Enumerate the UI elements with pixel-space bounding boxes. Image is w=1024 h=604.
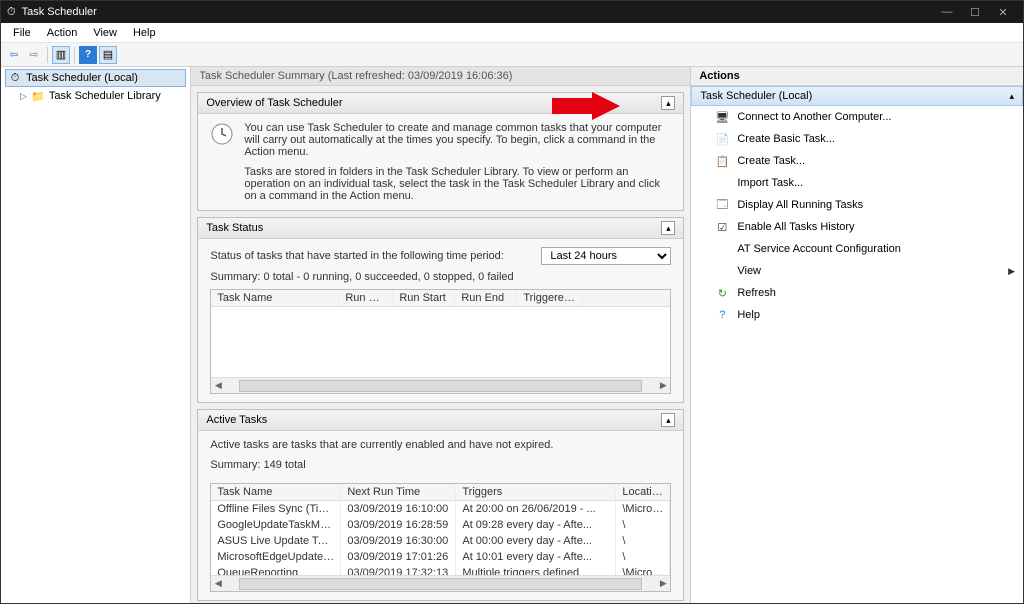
action-label: Help xyxy=(737,309,760,321)
action-label: View xyxy=(737,265,761,277)
action-icon xyxy=(715,176,729,190)
collapse-button[interactable]: ▴ xyxy=(661,413,675,427)
action-create-task[interactable]: 📋 Create Task... xyxy=(691,150,1023,172)
menu-help[interactable]: Help xyxy=(125,25,164,41)
chevron-right-icon: ▷ xyxy=(20,91,27,102)
action-create-basic-task[interactable]: 📄 Create Basic Task... xyxy=(691,128,1023,150)
action-at-service-account-configuration[interactable]: AT Service Account Configuration xyxy=(691,238,1023,260)
action-icon: 📄 xyxy=(715,132,729,146)
table-row[interactable]: GoogleUpdateTaskMachineUA03/09/2019 16:2… xyxy=(211,517,670,533)
status-summary: Summary: 0 total - 0 running, 0 succeede… xyxy=(210,271,671,283)
table-row[interactable]: MicrosoftEdgeUpdateTaskMachine...03/09/2… xyxy=(211,549,670,565)
active-tasks-title: Active Tasks xyxy=(206,414,267,426)
time-period-select[interactable]: Last 24 hours xyxy=(541,247,671,265)
actions-scope: Task Scheduler (Local) ▴ xyxy=(691,86,1023,106)
summary-pane: Task Scheduler Summary (Last refreshed: … xyxy=(191,67,691,603)
clock-icon: ⏱ xyxy=(7,6,16,19)
back-button[interactable]: ⇦ xyxy=(5,46,23,64)
help-button[interactable]: ? xyxy=(79,46,97,64)
action-label: Display All Running Tasks xyxy=(737,199,863,211)
table-row[interactable]: Offline Files Sync (Time)03/09/2019 16:1… xyxy=(211,501,670,517)
chevron-right-icon: ▶ xyxy=(1008,266,1015,277)
action-label: AT Service Account Configuration xyxy=(737,243,900,255)
forward-button[interactable]: ⇨ xyxy=(25,46,43,64)
collapse-button[interactable]: ▴ xyxy=(1009,91,1014,102)
annotation-arrow xyxy=(552,92,620,120)
col-location[interactable]: Location xyxy=(616,484,670,500)
tree-root[interactable]: ⏱ Task Scheduler (Local) xyxy=(5,69,186,87)
menu-view[interactable]: View xyxy=(85,25,125,41)
col-run-start[interactable]: Run Start xyxy=(393,290,455,306)
status-grid: Task Name Run Result Run Start Run End T… xyxy=(210,289,671,394)
action-label: Enable All Tasks History xyxy=(737,221,854,233)
folder-icon: 📁 xyxy=(31,89,45,103)
tree-library-label: Task Scheduler Library xyxy=(49,90,161,102)
action-view[interactable]: View ▶ xyxy=(691,260,1023,282)
actions-pane: Actions Task Scheduler (Local) ▴ 🖥 Connec… xyxy=(691,67,1023,603)
action-connect-to-another-computer[interactable]: 🖥 Connect to Another Computer... xyxy=(691,106,1023,128)
collapse-button[interactable]: ▴ xyxy=(661,96,675,110)
task-status-panel: Task Status ▴ Status of tasks that have … xyxy=(197,217,684,403)
menu-action[interactable]: Action xyxy=(39,25,86,41)
active-grid: Task Name Next Run Time Triggers Locatio… xyxy=(210,483,671,592)
col-task-name[interactable]: Task Name xyxy=(211,290,339,306)
clock-icon xyxy=(210,122,234,146)
tree-library[interactable]: ▷ 📁 Task Scheduler Library xyxy=(5,87,186,105)
overview-title: Overview of Task Scheduler xyxy=(206,97,342,109)
action-label: Create Task... xyxy=(737,155,805,167)
scrollbar[interactable]: ◀▶ xyxy=(211,377,670,393)
action-icon: ? xyxy=(715,308,729,322)
action-label: Connect to Another Computer... xyxy=(737,111,891,123)
collapse-button[interactable]: ▴ xyxy=(661,221,675,235)
action-icon xyxy=(715,242,729,256)
show-hide-tree-button[interactable]: ▥ xyxy=(52,46,70,64)
action-icon: ↻ xyxy=(715,286,729,300)
clock-icon: ⏱ xyxy=(8,71,22,85)
action-refresh[interactable]: ↻ Refresh xyxy=(691,282,1023,304)
menu-file[interactable]: File xyxy=(5,25,39,41)
summary-header: Task Scheduler Summary (Last refreshed: … xyxy=(191,67,690,86)
action-icon: 📋 xyxy=(715,154,729,168)
table-row[interactable]: ASUS Live Update Task Schedule03/09/2019… xyxy=(211,533,670,549)
task-status-title: Task Status xyxy=(206,222,263,234)
maximize-button[interactable]: ☐ xyxy=(961,6,989,19)
action-icon: ☑ xyxy=(715,220,729,234)
status-grid-body[interactable] xyxy=(211,307,670,377)
close-button[interactable]: ✕ xyxy=(989,6,1017,19)
show-actions-button[interactable]: ▤ xyxy=(99,46,117,64)
window-title: Task Scheduler xyxy=(22,6,933,18)
col-run-end[interactable]: Run End xyxy=(455,290,517,306)
titlebar: ⏱ Task Scheduler — ☐ ✕ xyxy=(1,1,1023,23)
action-label: Refresh xyxy=(737,287,776,299)
col-run-result[interactable]: Run Result xyxy=(339,290,393,306)
tree-root-label: Task Scheduler (Local) xyxy=(26,72,138,84)
menubar: File Action View Help xyxy=(1,23,1023,43)
overview-text-1: You can use Task Scheduler to create and… xyxy=(244,122,671,158)
actions-header: Actions xyxy=(691,67,1023,86)
minimize-button[interactable]: — xyxy=(933,6,961,18)
action-import-task[interactable]: Import Task... xyxy=(691,172,1023,194)
scrollbar[interactable]: ◀▶ xyxy=(211,575,670,591)
col-task-name[interactable]: Task Name xyxy=(211,484,341,500)
active-desc: Active tasks are tasks that are currentl… xyxy=(210,439,671,451)
col-triggered-by[interactable]: Triggered By xyxy=(517,290,583,306)
action-enable-all-tasks-history[interactable]: ☑ Enable All Tasks History xyxy=(691,216,1023,238)
action-icon: 🖥 xyxy=(715,110,729,124)
action-label: Create Basic Task... xyxy=(737,133,835,145)
action-help[interactable]: ? Help xyxy=(691,304,1023,326)
col-triggers[interactable]: Triggers xyxy=(456,484,616,500)
action-icon xyxy=(715,264,729,278)
navigation-tree: ⏱ Task Scheduler (Local) ▷ 📁 Task Schedu… xyxy=(1,67,191,603)
status-line: Status of tasks that have started in the… xyxy=(210,250,504,262)
active-grid-body[interactable]: Offline Files Sync (Time)03/09/2019 16:1… xyxy=(211,501,670,575)
action-display-all-running-tasks[interactable]: 🗔 Display All Running Tasks xyxy=(691,194,1023,216)
active-summary: Summary: 149 total xyxy=(210,459,671,471)
action-icon: 🗔 xyxy=(715,198,729,212)
active-tasks-panel: Active Tasks ▴ Active tasks are tasks th… xyxy=(197,409,684,601)
action-label: Import Task... xyxy=(737,177,803,189)
toolbar: ⇦ ⇨ ▥ ? ▤ xyxy=(1,43,1023,67)
overview-text-2: Tasks are stored in folders in the Task … xyxy=(210,166,671,202)
table-row[interactable]: QueueReporting03/09/2019 17:32:13Multipl… xyxy=(211,565,670,575)
col-next-run[interactable]: Next Run Time xyxy=(341,484,456,500)
